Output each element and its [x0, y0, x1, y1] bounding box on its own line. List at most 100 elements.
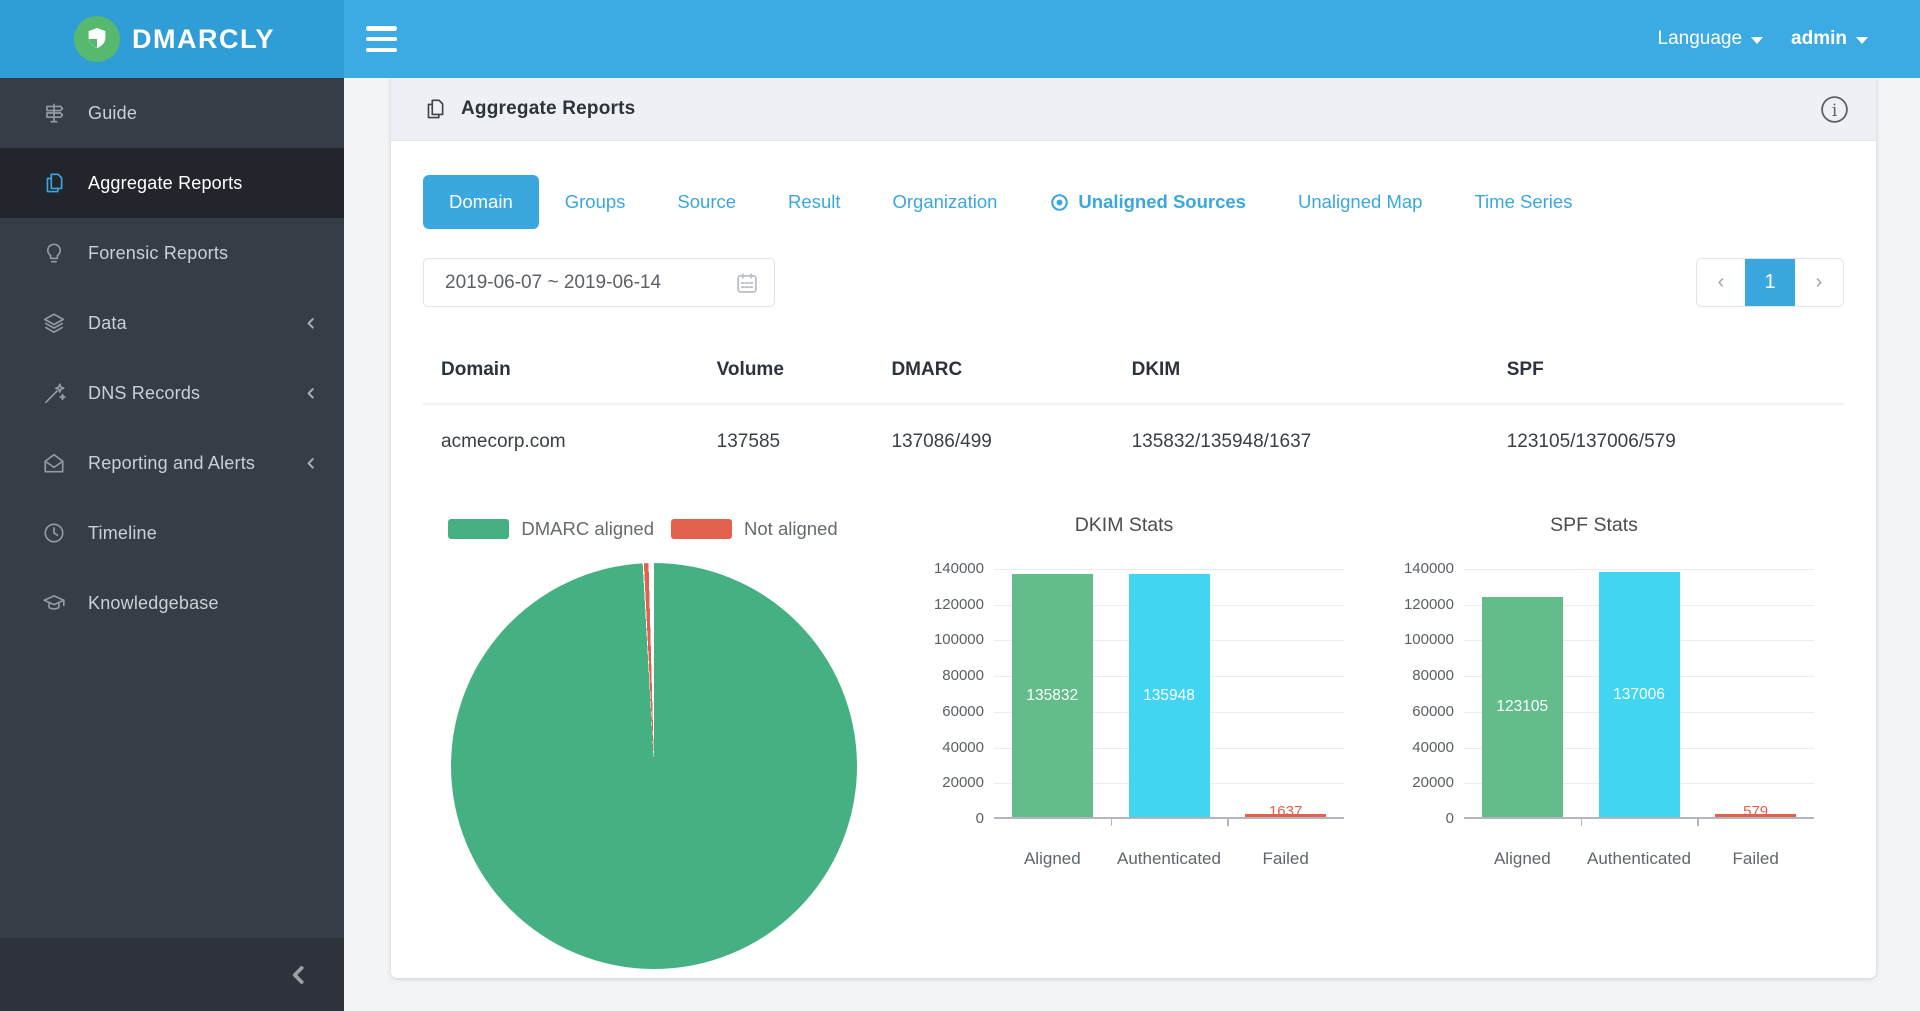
date-range-value: 2019-06-07 ~ 2019-06-14	[445, 272, 661, 294]
sidebar-item-timeline[interactable]: Timeline	[0, 498, 344, 568]
table-header-dmarc: DMARC	[873, 359, 1113, 381]
sidebar-item-label: Guide	[88, 103, 320, 124]
tab-label: Unaligned Sources	[1078, 191, 1246, 213]
sidebar-item-forensic-reports[interactable]: Forensic Reports	[0, 218, 344, 288]
bar-failed	[1245, 814, 1326, 817]
tab-unaligned-sources[interactable]: Unaligned Sources	[1023, 175, 1272, 229]
pie-legend: DMARC aligned Not aligned	[423, 518, 863, 540]
x-axis-label: Authenticated	[1111, 849, 1228, 869]
table-header-domain: Domain	[423, 359, 699, 381]
chart-title: DKIM Stats	[904, 514, 1344, 537]
tab-label: Groups	[565, 191, 626, 213]
svg-text:i: i	[1832, 99, 1837, 119]
y-axis-label: 60000	[1366, 703, 1454, 720]
chevron-down-icon	[1856, 37, 1868, 44]
topbar: DMARCLY Language admin	[0, 0, 1920, 78]
language-label: Language	[1658, 28, 1743, 50]
sidebar-item-reporting-and-alerts[interactable]: Reporting and Alerts	[0, 428, 344, 498]
legend-swatch	[448, 519, 509, 539]
x-axis-tick	[1227, 819, 1229, 826]
pagination: ‹ 1 ›	[1696, 258, 1844, 307]
page-next-button[interactable]: ›	[1795, 259, 1843, 306]
table-header-row: DomainVolumeDMARCDKIMSPF	[423, 345, 1844, 395]
tab-source[interactable]: Source	[651, 175, 762, 229]
graduation-cap-icon	[42, 591, 66, 615]
tab-result[interactable]: Result	[762, 175, 866, 229]
sidebar-item-aggregate-reports[interactable]: Aggregate Reports	[0, 148, 344, 218]
y-axis-label: 40000	[1366, 739, 1454, 756]
bar-value-label: 135948	[1143, 687, 1195, 705]
sidebar: Guide Aggregate Reports Forensic Reports Da…	[0, 78, 344, 1011]
sidebar-item-knowledgebase[interactable]: Knowledgebase	[0, 568, 344, 638]
sidebar-nav: Guide Aggregate Reports Forensic Reports Da…	[0, 78, 344, 638]
table-cell: 135832/135948/1637	[1114, 431, 1489, 453]
brand-logo[interactable]: DMARCLY	[0, 0, 344, 78]
tab-time-series[interactable]: Time Series	[1448, 175, 1598, 229]
table-header-dkim: DKIM	[1114, 359, 1489, 381]
x-axis-label: Failed	[1697, 849, 1814, 869]
calendar-icon	[734, 270, 760, 296]
sidebar-item-label: DNS Records	[88, 383, 302, 404]
page-number-button[interactable]: 1	[1745, 259, 1795, 306]
x-axis-tick	[1581, 819, 1583, 826]
bar-authenticated: 135948	[1129, 574, 1210, 817]
y-axis-label: 80000	[896, 667, 984, 684]
domain-report-table: DomainVolumeDMARCDKIMSPF acmecorp.com1375…	[423, 345, 1844, 479]
mail-icon	[42, 451, 66, 475]
y-axis-label: 20000	[1366, 774, 1454, 791]
tab-organization[interactable]: Organization	[867, 175, 1024, 229]
legend-label: Not aligned	[744, 518, 838, 540]
chart-plot: 0200004000060000800001000001200001400001…	[1464, 569, 1814, 819]
table-cell: 123105/137006/579	[1489, 431, 1844, 453]
target-icon	[1049, 192, 1070, 213]
user-label: admin	[1791, 28, 1847, 50]
sidebar-item-label: Data	[88, 313, 302, 334]
menu-toggle-button[interactable]	[366, 24, 398, 54]
sidebar-item-label: Timeline	[88, 523, 320, 544]
language-menu[interactable]: Language	[1658, 28, 1764, 50]
report-tabs: Domain Groups Source Result Organization Unal…	[423, 175, 1844, 229]
sidebar-item-label: Aggregate Reports	[88, 173, 320, 194]
legend-item-dmarc-aligned[interactable]: DMARC aligned	[448, 518, 654, 540]
user-menu[interactable]: admin	[1791, 28, 1868, 50]
page-title: Aggregate Reports	[461, 98, 635, 120]
y-axis-label: 120000	[896, 596, 984, 613]
tab-groups[interactable]: Groups	[539, 175, 652, 229]
legend-item-not-aligned[interactable]: Not aligned	[671, 518, 838, 540]
sidebar-item-guide[interactable]: Guide	[0, 78, 344, 148]
tab-domain[interactable]: Domain	[423, 175, 539, 229]
layers-icon	[42, 311, 66, 335]
y-axis-label: 140000	[896, 560, 984, 577]
chart-title: SPF Stats	[1374, 514, 1814, 537]
date-range-input[interactable]: 2019-06-07 ~ 2019-06-14	[423, 258, 775, 307]
y-axis-label: 120000	[1366, 596, 1454, 613]
tab-label: Result	[788, 191, 840, 213]
x-axis-tick	[1697, 819, 1699, 826]
tab-unaligned-map[interactable]: Unaligned Map	[1272, 175, 1448, 229]
chevron-down-icon	[1751, 37, 1763, 44]
x-axis-labels: AlignedAuthenticatedFailed	[1464, 849, 1814, 869]
tab-label: Organization	[893, 191, 998, 213]
chart-plot: 0200004000060000800001000001200001400001…	[994, 569, 1344, 819]
y-axis-label: 140000	[1366, 560, 1454, 577]
chevron-left-icon	[302, 384, 320, 402]
sidebar-item-label: Reporting and Alerts	[88, 453, 302, 474]
tab-label: Unaligned Map	[1298, 191, 1422, 213]
signpost-icon	[42, 101, 66, 125]
sidebar-item-label: Forensic Reports	[88, 243, 320, 264]
bar-aligned: 135832	[1012, 574, 1093, 817]
page-prev-button[interactable]: ‹	[1697, 259, 1745, 306]
dmarc-alignment-pie-chart	[451, 563, 857, 969]
sidebar-collapse-button[interactable]	[0, 938, 344, 1011]
sidebar-item-data[interactable]: Data	[0, 288, 344, 358]
chevron-left-icon	[302, 454, 320, 472]
bar-value-label: 135832	[1026, 687, 1078, 705]
topbar-right: Language admin	[1658, 28, 1869, 50]
table-row[interactable]: acmecorp.com137585137086/499135832/13594…	[423, 405, 1844, 479]
chevron-left-icon	[286, 962, 312, 988]
info-icon[interactable]: i	[1819, 94, 1850, 125]
y-axis-label: 20000	[896, 774, 984, 791]
copy-icon	[423, 97, 447, 121]
bar-value-label: 579	[1697, 803, 1814, 820]
sidebar-item-dns-records[interactable]: DNS Records	[0, 358, 344, 428]
